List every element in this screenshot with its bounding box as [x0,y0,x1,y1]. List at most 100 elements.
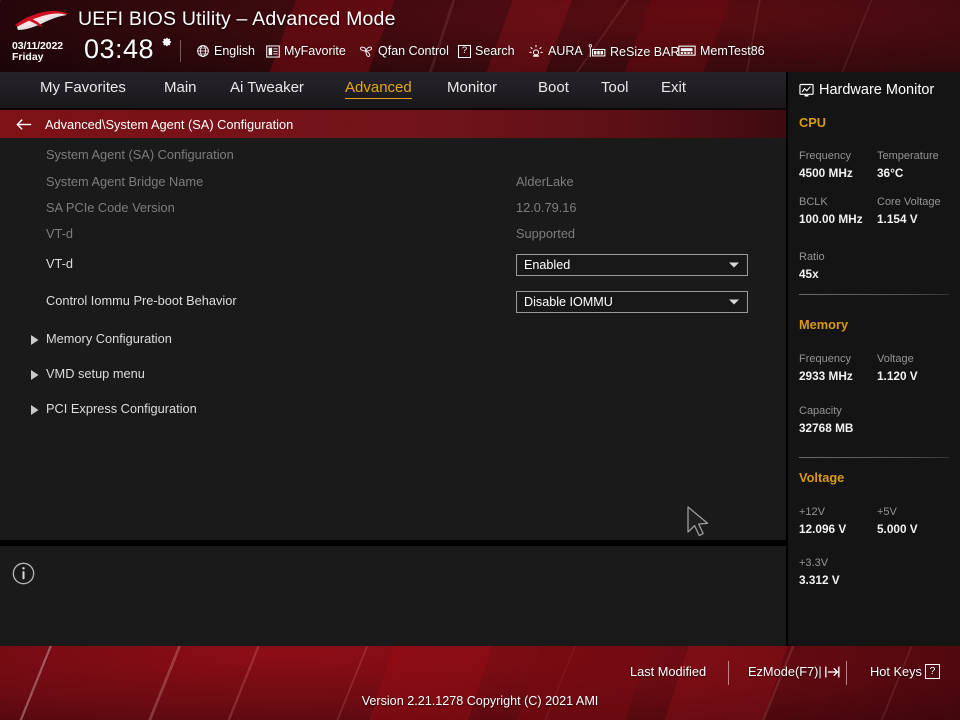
hardware-monitor-sidebar: Hardware Monitor CPU Frequency 4500 MHz … [788,72,960,646]
footer-bar [0,646,960,720]
toolbar-label-memtest86: MemTest86 [700,44,765,58]
toolbar-label-myfavorite: MyFavorite [284,44,346,58]
tab-monitor[interactable]: Monitor [447,79,497,96]
toolbar-item-memtest86[interactable]: MemTest86 [678,44,765,58]
tab-label: Exit [661,79,686,96]
settings-panel: System Agent (SA) Configuration System A… [0,138,786,540]
help-panel [0,546,786,646]
sidebar-separator [786,72,788,646]
hw-section-memory: Memory [799,317,848,332]
top-banner: UEFI BIOS Utility – Advanced Mode 03/11/… [0,0,960,72]
toolbar-item-aura[interactable]: AURA [528,44,583,58]
date-display: 03/11/2022 Friday [12,41,63,64]
hw-key-voltage-33v: +3.3V [799,557,828,569]
hw-value-memory-voltage: 1.120 V [877,369,918,383]
nav-tabbar: My Favorites Main Ai Tweaker Advanced Mo… [0,72,786,108]
tab-tool[interactable]: Tool [601,79,629,96]
tab-label: Monitor [447,79,497,96]
hw-key-cpu-temperature: Temperature [877,150,939,162]
tab-advanced[interactable]: Advanced [345,79,412,96]
row-label: VT-d [46,226,73,241]
info-circle-icon[interactable] [12,562,35,585]
clock-display: 03:48 [84,34,154,65]
hw-key-memory-frequency: Frequency [799,353,851,365]
page-title: UEFI BIOS Utility – Advanced Mode [78,8,396,31]
monitor-icon [799,83,814,98]
row-label: VT-d [46,256,73,271]
dropdown-value: Enabled [524,258,570,272]
hw-divider-1 [799,294,949,295]
hw-key-cpu-frequency: Frequency [799,150,851,162]
submenu-memory-configuration[interactable]: Memory Configuration [0,331,786,357]
hw-section-cpu: CPU [799,115,826,130]
hw-key-cpu-core-voltage: Core Voltage [877,196,941,208]
toolbar-item-search[interactable]: ? Search [458,44,515,58]
footer-last-modified-label: Last Modified [630,664,706,679]
footer-last-modified[interactable]: Last Modified [630,664,706,679]
bios-screen: UEFI BIOS Utility – Advanced Mode 03/11/… [0,0,960,720]
row-value: AlderLake [516,174,574,189]
chevron-down-icon [729,300,739,305]
hw-divider-2 [799,457,949,458]
header-divider [180,40,181,62]
tab-main[interactable]: Main [164,79,197,96]
hw-value-memory-frequency: 2933 MHz [799,369,853,383]
bios-version-text: Version 2.21.1278 Copyright (C) 2021 AMI [0,694,960,708]
back-arrow-icon[interactable] [16,118,32,131]
weekday-text: Friday [12,52,63,63]
row-value: Supported [516,226,575,241]
footer-divider-2 [846,661,847,685]
submenu-label: PCI Express Configuration [46,401,197,416]
memtest-icon [678,44,696,58]
hw-value-cpu-frequency: 4500 MHz [799,166,853,180]
question-box-icon: ? [458,45,471,58]
hw-key-memory-voltage: Voltage [877,353,914,365]
footer-hotkeys-label: Hot Keys [870,664,922,679]
mouse-pointer-icon [685,505,713,539]
chevron-down-icon [729,263,739,268]
tab-label: Ai Tweaker [230,79,304,96]
section-heading-row: System Agent (SA) Configuration [0,147,786,173]
toolbar-label-english: English [214,44,255,58]
section-heading: System Agent (SA) Configuration [46,147,234,162]
hw-key-voltage-12v: +12V [799,506,825,518]
breadcrumb[interactable]: Advanced\System Agent (SA) Configuration [0,110,786,138]
bookmark-list-icon [266,45,280,58]
toolbar-label-qfan-control: Qfan Control [378,44,449,58]
row-value: 12.0.79.16 [516,200,577,215]
tab-ai-tweaker[interactable]: Ai Tweaker [230,79,304,96]
tab-exit[interactable]: Exit [661,79,686,96]
footer-hotkeys[interactable]: Hot Keys ? [870,664,940,679]
exit-arrow-icon [825,665,840,679]
aura-lighting-icon [528,44,544,58]
footer-ezmode[interactable]: EzMode(F7)| [748,664,840,679]
toolbar-item-english[interactable]: English [196,44,255,58]
toolbar-label-resize-bar: ReSize BAR [610,45,679,59]
toolbar-item-myfavorite[interactable]: MyFavorite [266,44,346,58]
toolbar-label-search: Search [475,44,515,58]
hw-value-cpu-temperature: 36°C [877,166,903,180]
toolbar-item-qfan-control[interactable]: Qfan Control [359,44,449,58]
submenu-label: Memory Configuration [46,331,172,346]
tab-boot[interactable]: Boot [538,79,569,96]
hw-value-cpu-core-voltage: 1.154 V [877,212,918,226]
footer-ezmode-label: EzMode(F7)| [748,664,822,679]
chevron-right-icon [31,405,39,415]
row-label: SA PCIe Code Version [46,200,175,215]
hardware-monitor-title-text: Hardware Monitor [819,82,934,98]
tab-label: Advanced [345,79,412,96]
fan-icon [359,44,374,58]
hw-key-cpu-ratio: Ratio [799,251,825,263]
hw-section-voltage: Voltage [799,470,844,485]
info-row-pcie-code-version: SA PCIe Code Version 12.0.79.16 [0,200,786,226]
dropdown-iommu-preboot[interactable]: Disable IOMMU [516,291,748,313]
row-label: System Agent Bridge Name [46,174,203,189]
question-box-icon: ? [925,664,940,679]
submenu-vmd-setup-menu[interactable]: VMD setup menu [0,366,786,392]
tab-my-favorites[interactable]: My Favorites [40,79,126,96]
hw-value-memory-capacity: 32768 MB [799,421,853,435]
gear-icon[interactable] [160,36,173,49]
dropdown-vtd[interactable]: Enabled [516,254,748,276]
submenu-pci-express-configuration[interactable]: PCI Express Configuration [0,401,786,427]
toolbar-item-resize-bar[interactable]: ReSize BAR [588,44,679,59]
